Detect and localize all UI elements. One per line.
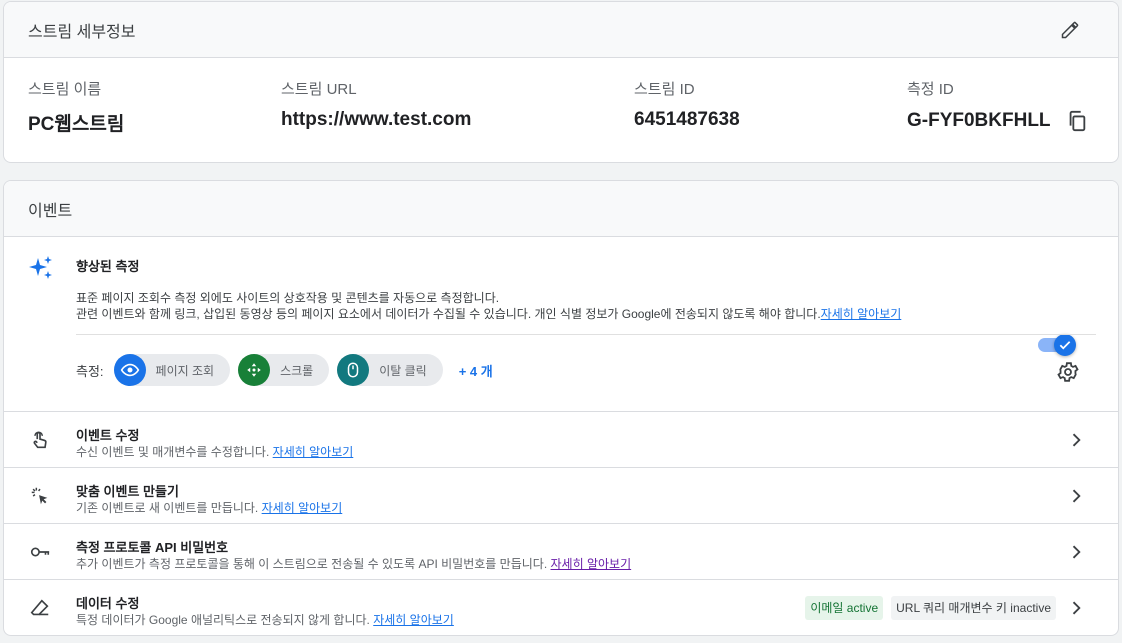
enhanced-measurement-section: 향상된 측정 표준 페이지 조회수 측정 외에도 사이트의 상호작용 및 콘텐츠… — [4, 238, 1118, 412]
row-create-custom-events-desc: 기존 이벤트로 새 이벤트를 만듭니다. 자세히 알아보기 — [76, 499, 342, 516]
enhanced-measurement-description: 표준 페이지 조회수 측정 외에도 사이트의 상호작용 및 콘텐츠를 자동으로 … — [76, 290, 901, 322]
stream-url-value: https://www.test.com — [281, 109, 472, 130]
events-title: 이벤트 — [28, 202, 73, 220]
row-modify-events-link[interactable]: 자세히 알아보기 — [273, 445, 354, 459]
enhanced-measurement-title: 향상된 측정 — [76, 259, 140, 274]
chip-page-view-label: 페이지 조회 — [155, 363, 215, 378]
measurement-id-field: 측정 ID G-FYF0BKFHLL — [907, 78, 1089, 133]
gear-icon[interactable] — [1056, 360, 1080, 384]
enhanced-desc-line1: 표준 페이지 조회수 측정 외에도 사이트의 상호작용 및 콘텐츠를 자동으로 … — [76, 291, 500, 305]
row-create-custom-events-title: 맞춤 이벤트 만들기 — [76, 484, 179, 499]
row-mp-api-secrets[interactable]: 측정 프로토콜 API 비밀번호 추가 이벤트가 측정 프로토콜을 통해 이 스… — [4, 524, 1118, 580]
chevron-right-icon — [1066, 542, 1086, 562]
row-create-custom-events-link[interactable]: 자세히 알아보기 — [262, 501, 343, 515]
chevron-right-icon — [1066, 486, 1086, 506]
chip-scroll-label: 스크롤 — [280, 363, 314, 378]
chip-outbound-click-label: 이탈 클릭 — [379, 363, 427, 378]
stream-name-value: PC웹스트림 — [28, 114, 125, 135]
row-create-custom-events[interactable]: 맞춤 이벤트 만들기 기존 이벤트로 새 이벤트를 만듭니다. 자세히 알아보기 — [4, 468, 1118, 524]
stream-details-title: 스트림 세부정보 — [28, 23, 136, 41]
row-modify-events-desc-text: 수신 이벤트 및 매개변수를 수정합니다. — [76, 445, 270, 459]
more-measurements-link[interactable]: + 4 개 — [459, 361, 493, 380]
events-card: 이벤트 향상된 측정 표준 페이지 조회수 측정 외에도 사이트의 상호작용 및… — [3, 180, 1119, 636]
copy-icon[interactable] — [1065, 109, 1089, 133]
chevron-right-icon — [1066, 430, 1086, 450]
row-modify-events[interactable]: 이벤트 수정 수신 이벤트 및 매개변수를 수정합니다. 자세히 알아보기 — [4, 412, 1118, 468]
row-modify-events-desc: 수신 이벤트 및 매개변수를 수정합니다. 자세히 알아보기 — [76, 443, 353, 460]
row-redact-data[interactable]: 데이터 수정 특정 데이터가 Google 애널리틱스로 전송되지 않게 합니다… — [4, 580, 1118, 635]
row-modify-events-title: 이벤트 수정 — [76, 428, 140, 443]
row-redact-data-desc: 특정 데이터가 Google 애널리틱스로 전송되지 않게 합니다. 자세히 알… — [76, 611, 454, 628]
eraser-icon — [28, 596, 52, 620]
enhanced-desc-line2: 관련 이벤트와 함께 링크, 삽입된 동영상 등의 페이지 요소에서 데이터가 … — [76, 306, 901, 322]
chip-page-view[interactable]: 페이지 조회 — [113, 354, 231, 386]
row-mp-api-secrets-link[interactable]: 자세히 알아보기 — [551, 557, 632, 571]
stream-details-card: 스트림 세부정보 스트림 이름 PC웹스트림 스트림 URL https://w… — [3, 1, 1119, 163]
enhanced-measurement-toggle[interactable] — [1038, 334, 1076, 356]
row-redact-data-link[interactable]: 자세히 알아보기 — [373, 613, 454, 627]
row-mp-api-secrets-desc: 추가 이벤트가 측정 프로토콜을 통해 이 스트림으로 전송될 수 있도록 AP… — [76, 555, 631, 572]
stream-name-field: 스트림 이름 PC웹스트림 — [28, 78, 124, 136]
status-badge: 이메일 active — [805, 596, 884, 620]
stream-id-value: 6451487638 — [634, 109, 740, 130]
measurement-id-row: G-FYF0BKFHLL — [907, 109, 1089, 133]
stream-details-header: 스트림 세부정보 — [4, 2, 1118, 58]
events-header: 이벤트 — [4, 181, 1118, 237]
click-sparkle-icon — [28, 484, 52, 508]
edit-pencil-icon[interactable] — [1058, 18, 1082, 42]
enhanced-desc-line2-text: 관련 이벤트와 함께 링크, 삽입된 동영상 등의 페이지 요소에서 데이터가 … — [76, 307, 821, 321]
chevron-right-icon — [1066, 598, 1086, 618]
eye-icon — [113, 354, 146, 386]
measurement-chips-row: 측정: 페이지 조회 스크롤 이탈 클릭 + 4 개 — [76, 354, 493, 386]
mouse-icon — [337, 354, 370, 386]
enhanced-learn-more-link[interactable]: 자세히 알아보기 — [821, 307, 902, 321]
key-icon — [28, 540, 52, 564]
stream-url-label: 스트림 URL — [281, 81, 357, 98]
row-mp-api-secrets-desc-text: 추가 이벤트가 측정 프로토콜을 통해 이 스트림으로 전송될 수 있도록 AP… — [76, 557, 548, 571]
stream-id-label: 스트림 ID — [634, 81, 695, 98]
enhanced-divider — [76, 334, 1096, 335]
redaction-badges: 이메일 active URL 쿼리 매개변수 키 inactive — [797, 596, 1056, 620]
scroll-arrows-icon — [238, 354, 271, 386]
touch-icon — [28, 428, 52, 452]
sparkle-icon — [28, 255, 54, 286]
stream-url-field: 스트림 URL https://www.test.com — [281, 78, 471, 131]
row-redact-data-desc-text: 특정 데이터가 Google 애널리틱스로 전송되지 않게 합니다. — [76, 613, 370, 627]
measurement-id-label: 측정 ID — [907, 81, 954, 98]
chip-scroll[interactable]: 스크롤 — [238, 354, 330, 386]
checkmark-icon — [1054, 334, 1076, 356]
measurement-id-value: G-FYF0BKFHLL — [907, 110, 1051, 131]
chip-outbound-click[interactable]: 이탈 클릭 — [337, 354, 443, 386]
row-redact-data-title: 데이터 수정 — [76, 596, 140, 611]
row-mp-api-secrets-title: 측정 프로토콜 API 비밀번호 — [76, 540, 229, 555]
status-badge: URL 쿼리 매개변수 키 inactive — [891, 596, 1056, 620]
stream-id-field: 스트림 ID 6451487638 — [634, 78, 740, 131]
measure-label: 측정: — [76, 363, 104, 379]
row-create-custom-events-desc-text: 기존 이벤트로 새 이벤트를 만듭니다. — [76, 501, 259, 515]
stream-name-label: 스트림 이름 — [28, 81, 102, 98]
